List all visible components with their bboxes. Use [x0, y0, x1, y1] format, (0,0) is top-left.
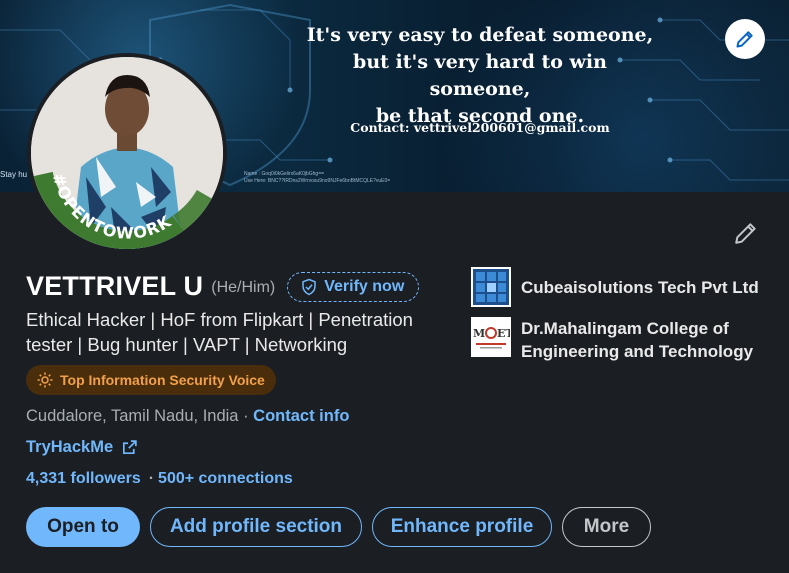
pencil-icon: [735, 223, 756, 244]
sun-icon: [37, 372, 53, 388]
website-label: TryHackMe: [26, 438, 114, 456]
shield-check-icon: [302, 278, 316, 296]
profile-photo[interactable]: #OPENTOWORK: [27, 53, 227, 253]
svg-text:M: M: [473, 327, 485, 340]
external-link-icon: [123, 440, 137, 455]
edit-banner-button[interactable]: [725, 19, 765, 59]
name-row: VETTRIVEL U (He/Him) Verify now: [26, 270, 420, 302]
location-row: Cuddalore, Tamil Nadu, India · Contact i…: [26, 407, 349, 426]
cube-logo-icon: [473, 269, 509, 305]
current-company[interactable]: Cubeaisolutions Tech Pvt Ltd: [471, 267, 759, 307]
profile-actions: Open to Add profile section Enhance prof…: [26, 507, 661, 547]
pencil-icon: [736, 31, 753, 48]
stats-separator: ·: [148, 470, 155, 487]
network-stats: 4,331 followers · 500+ connections: [26, 470, 293, 488]
school-name: Dr.Mahalingam College of Engineering and…: [521, 319, 754, 361]
website-link[interactable]: TryHackMe: [26, 438, 138, 457]
more-button[interactable]: More: [562, 507, 651, 547]
location-text: Cuddalore, Tamil Nadu, India ·: [26, 407, 254, 425]
company-name: Cubeaisolutions Tech Pvt Ltd: [521, 278, 759, 297]
profile-headline: Ethical Hacker | HoF from Flipkart | Pen…: [26, 309, 413, 355]
school-logo: M ET: [471, 317, 511, 357]
verify-now-label: Verify now: [324, 278, 405, 295]
top-voice-label: Top Information Security Voice: [60, 372, 265, 388]
banner-fine-print: Name : Goq0i0kGelirx6aK0jbGhg== Use Here…: [244, 171, 391, 184]
contact-info-link[interactable]: Contact info: [253, 407, 349, 425]
banner-contact: Contact: vettrivel200601@gmail.com: [350, 120, 610, 135]
edit-intro-button[interactable]: [729, 216, 763, 250]
pronouns: (He/Him): [211, 279, 276, 296]
banner-stay-text: Stay hu: [0, 170, 28, 179]
followers-link[interactable]: 4,331 followers: [26, 470, 141, 487]
verify-now-button[interactable]: Verify now: [287, 272, 420, 302]
company-logo: [471, 267, 511, 307]
connections-link[interactable]: 500+ connections: [158, 470, 293, 487]
svg-text:ET: ET: [497, 327, 510, 340]
open-to-button[interactable]: Open to: [26, 507, 140, 547]
profile-name: VETTRIVEL U: [26, 270, 204, 301]
college-logo-icon: M ET: [473, 327, 510, 349]
quote-line: It's very easy to defeat someone,: [306, 24, 654, 46]
enhance-profile-button[interactable]: Enhance profile: [372, 507, 552, 547]
banner-quote: It's very easy to defeat someone, but it…: [300, 22, 660, 130]
profile-photo-image: #OPENTOWORK: [31, 57, 223, 249]
education-school[interactable]: M ET Dr.Mahalingam College of Engineerin…: [471, 317, 761, 363]
add-profile-section-button[interactable]: Add profile section: [150, 507, 362, 547]
top-voice-badge[interactable]: Top Information Security Voice: [26, 365, 276, 395]
quote-line: but it's very hard to win someone,: [353, 51, 607, 100]
